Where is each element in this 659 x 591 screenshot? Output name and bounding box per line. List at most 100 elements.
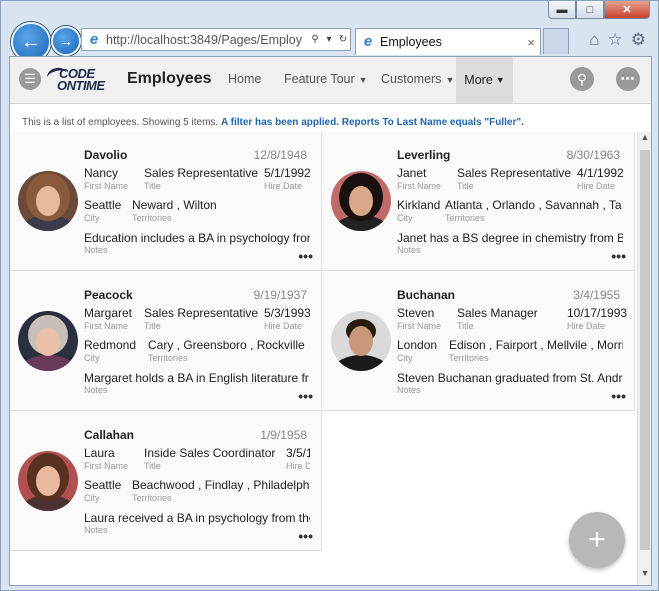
app-bar: ☰ CODE ONTIME Employees Home Feature Tou… [10, 57, 651, 104]
notes-label: Notes [397, 385, 421, 395]
scroll-thumb[interactable] [640, 150, 650, 550]
search-button[interactable]: ⚲ [570, 67, 594, 91]
browser-tools: ⌂ ☆ ⚙ [589, 30, 646, 50]
first-name: Steven [397, 306, 435, 320]
title-label: Title [144, 181, 161, 191]
notes-label: Notes [84, 245, 108, 255]
hire-date-label: Hire Date [567, 321, 606, 331]
gear-icon[interactable]: ⚙ [631, 30, 646, 50]
territories: Atlanta , Orlando , Savannah , Ta [445, 198, 622, 212]
maximize-button[interactable]: □ [576, 1, 604, 19]
last-name: Leverling [397, 148, 451, 162]
hire-date-label: Hire Date [264, 181, 303, 191]
city: Redmond [84, 338, 137, 352]
hire-date: 4/1/1992 [577, 166, 623, 180]
title: Sales Representative [144, 306, 259, 320]
last-name: Callahan [84, 428, 135, 442]
hire-date-label: Hire Date [577, 181, 616, 191]
info-bar: This is a list of employees. Showing 5 i… [22, 117, 524, 128]
tab-close-icon[interactable]: × [522, 35, 540, 50]
first-name-label: First Name [84, 461, 129, 471]
nav-customers[interactable]: Customers ▼ [381, 72, 454, 86]
minimize-button[interactable]: ▬ [548, 1, 576, 19]
card-more-button[interactable]: ••• [611, 248, 626, 264]
employee-card[interactable]: Davolio 12/8/1948 Nancy First Name Sales… [10, 132, 322, 271]
title-label: Title [144, 461, 161, 471]
logo[interactable]: CODE ONTIME [45, 65, 111, 94]
title-label: Title [457, 321, 474, 331]
notes-label: Notes [84, 525, 108, 535]
hamburger-icon: ☰ [24, 71, 36, 86]
employee-card[interactable]: Callahan 1/9/1958 Laura First Name Insid… [10, 412, 322, 551]
first-name-label: First Name [84, 181, 129, 191]
address-bar[interactable]: e http://localhost:3849/Pages/Employ ⚲ ▾… [81, 28, 351, 51]
add-button[interactable]: + [569, 512, 625, 568]
hire-date-label: Hire Date [264, 321, 303, 331]
birth-date: 8/30/1963 [566, 148, 620, 162]
nav-feature-tour[interactable]: Feature Tour ▼ [284, 72, 368, 86]
city: Seattle [84, 198, 122, 212]
scroll-up-icon[interactable]: ▲ [638, 132, 651, 146]
search-icon[interactable]: ⚲ [308, 34, 322, 45]
last-name: Peacock [84, 288, 133, 302]
avatar [18, 451, 78, 511]
hire-date: 5/1/1992 [264, 166, 310, 180]
first-name: Margaret [84, 306, 133, 320]
employee-card[interactable]: Leverling 8/30/1963 Janet First Name Sal… [323, 132, 635, 271]
forward-button[interactable]: → [51, 26, 81, 56]
territories: Cary , Greensboro , Rockville [148, 338, 305, 352]
notes: Janet has a BS degree in chemistry from … [397, 231, 623, 245]
first-name-label: First Name [84, 321, 129, 331]
page-title: Employees [127, 70, 212, 87]
title: Sales Representative [457, 166, 572, 180]
refresh-icon[interactable]: ↻ [336, 34, 350, 45]
territories: Neward , Wilton [132, 198, 217, 212]
card-more-button[interactable]: ••• [298, 528, 313, 544]
ie-icon: e [363, 33, 373, 50]
nav-more[interactable]: More ▼ [456, 57, 513, 103]
home-icon[interactable]: ⌂ [589, 30, 599, 50]
city: Kirkland [397, 198, 441, 212]
title-label: Title [144, 321, 161, 331]
dropdown-icon[interactable]: ▾ [322, 34, 336, 45]
browser-window: ▬ □ ✕ ← → e http://localhost:3849/Pages/… [0, 0, 659, 591]
title: Sales Manager [457, 306, 538, 320]
scroll-down-icon[interactable]: ▼ [638, 568, 651, 582]
hire-date: 10/17/1993 [567, 306, 627, 320]
first-name: Nancy [84, 166, 119, 180]
territories-label: Territories [148, 353, 188, 363]
city-label: City [84, 493, 100, 503]
employee-card[interactable]: Buchanan 3/4/1955 Steven First Name Sale… [323, 272, 635, 411]
first-name-label: First Name [397, 321, 442, 331]
last-name: Buchanan [397, 288, 456, 302]
new-tab-button[interactable] [543, 28, 569, 54]
notes: Education includes a BA in psychology fr… [84, 231, 310, 245]
card-more-button[interactable]: ••• [611, 388, 626, 404]
search-icon: ⚲ [576, 70, 588, 87]
ie-icon: e [89, 30, 99, 48]
browser-tab[interactable]: e Employees × [355, 28, 541, 55]
nav-home[interactable]: Home [228, 72, 261, 86]
vertical-scrollbar[interactable]: ▲ ▼ [637, 132, 651, 585]
card-more-button[interactable]: ••• [298, 388, 313, 404]
close-window-button[interactable]: ✕ [604, 1, 650, 19]
birth-date: 12/8/1948 [253, 148, 307, 162]
caret-down-icon: ▼ [495, 75, 505, 85]
notes: Margaret holds a BA in English literatur… [84, 371, 309, 385]
address-url[interactable]: http://localhost:3849/Pages/Employ [106, 33, 308, 47]
menu-button[interactable]: ☰ [19, 68, 41, 90]
hire-date-label: Hire Date [286, 461, 310, 471]
first-name: Laura [84, 446, 115, 460]
birth-date: 3/4/1955 [573, 288, 620, 302]
favorites-star-icon[interactable]: ☆ [608, 30, 623, 50]
filter-link[interactable]: A filter has been applied. Reports To La… [221, 117, 524, 128]
employee-card[interactable]: Peacock 9/19/1937 Margaret First Name Sa… [10, 272, 322, 411]
first-name: Janet [397, 166, 427, 180]
notes-label: Notes [84, 385, 108, 395]
avatar [331, 171, 391, 231]
caret-down-icon: ▼ [358, 75, 368, 85]
options-button[interactable]: ••• [616, 67, 640, 91]
city: London [397, 338, 438, 352]
territories: Beachwood , Findlay , Philadelphi [132, 478, 310, 492]
card-more-button[interactable]: ••• [298, 248, 313, 264]
